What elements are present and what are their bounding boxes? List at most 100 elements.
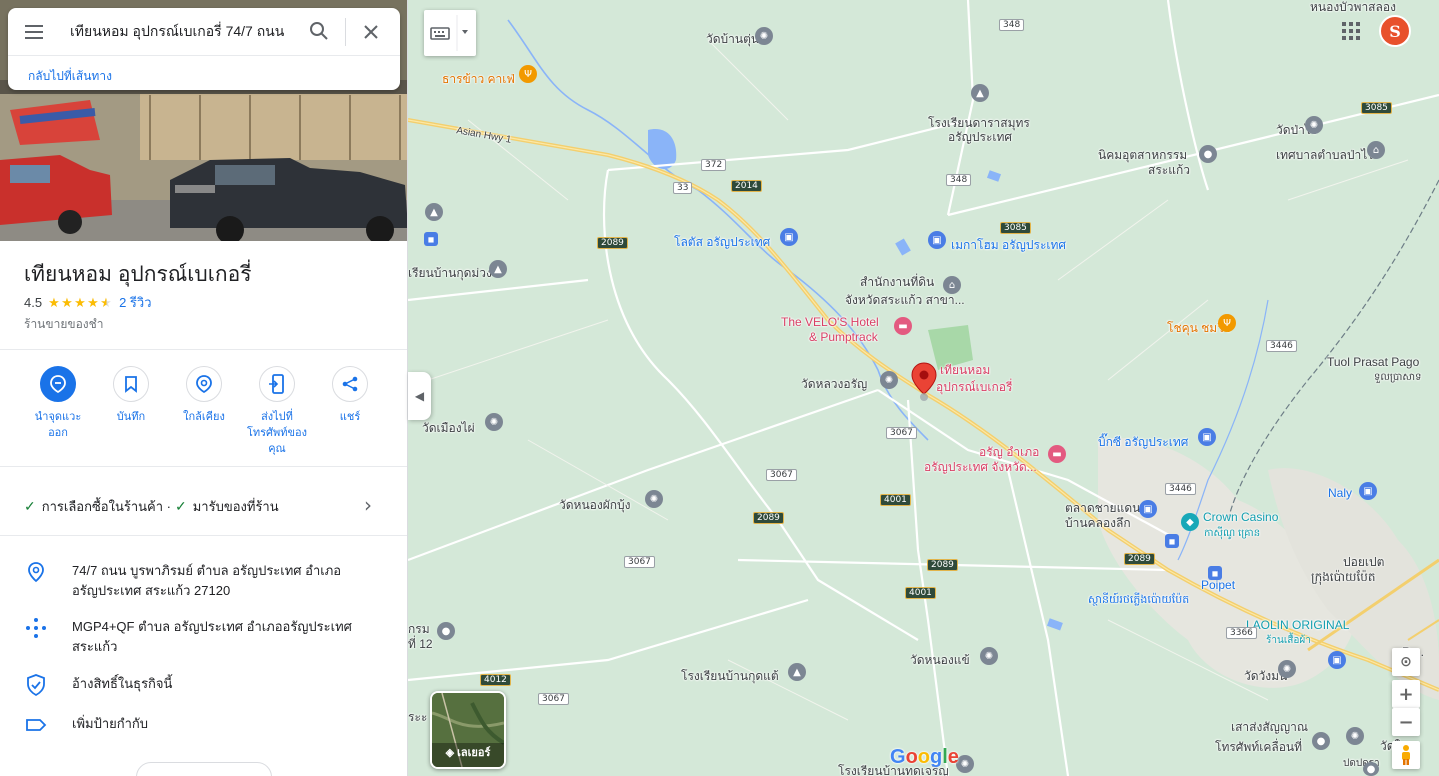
casino-icon[interactable]: ◆ <box>1181 513 1199 531</box>
map-label-left-3: ระะ <box>408 710 428 724</box>
action-label: ใกล้เคียง <box>183 411 225 423</box>
shopping-icon[interactable]: ▣ <box>1139 500 1157 518</box>
shopping-icon[interactable]: ▣ <box>1198 428 1216 446</box>
road-shield: 3067 <box>886 427 917 439</box>
temple-icon[interactable]: ✺ <box>645 490 663 508</box>
road-shield: 348 <box>946 174 972 186</box>
plus-code-icon <box>26 618 46 638</box>
nearby-icon <box>196 375 212 394</box>
temple-icon[interactable]: ✺ <box>755 27 773 45</box>
divider <box>0 466 407 467</box>
temple-icon[interactable]: ✺ <box>1346 727 1364 745</box>
send-to-phone-button[interactable]: ส่งไปที่โทรศัพท์ของคุณ <box>244 366 310 457</box>
search-divider <box>345 18 346 46</box>
account-avatar[interactable]: S <box>1379 15 1411 47</box>
close-icon[interactable] <box>360 21 382 43</box>
save-button[interactable]: บันทึก <box>98 366 164 425</box>
government-icon[interactable]: ⌂ <box>943 276 961 294</box>
nearby-button[interactable]: ใกล้เคียง <box>171 366 237 425</box>
road-shield: 2089 <box>753 512 784 524</box>
service-options-row[interactable]: ✓ การเลือกซื้อในร้านค้า · ✓ มารับของที่ร้า… <box>0 484 407 524</box>
temple-icon[interactable]: ✺ <box>980 647 998 665</box>
place-panel: กลับไปที่เส้นทาง เทียนหอม อุปกรณ์เบเกอรี… <box>0 0 408 776</box>
menu-icon[interactable] <box>22 22 46 42</box>
address-row[interactable]: 74/7 ถนน บูรพาภิรมย์ ตำบล อรัญประเทศ อำเ… <box>0 560 407 604</box>
map-label-station-km: ស្ថានីយ៍រថភ្លើងប៉ោយប៉ែត <box>1088 594 1190 606</box>
shopping-icon[interactable]: ▣ <box>780 228 798 246</box>
input-tools-button[interactable] <box>424 10 476 56</box>
rating-value: 4.5 <box>24 294 43 310</box>
google-logo: Google <box>890 746 959 768</box>
shopping-icon[interactable]: ▣ <box>1328 651 1346 669</box>
government-icon[interactable]: ⌂ <box>1367 141 1385 159</box>
place-marker-icon[interactable]: ● <box>437 622 455 640</box>
road-shield: 2089 <box>927 559 958 571</box>
place-marker-icon[interactable]: ● <box>1363 762 1379 776</box>
location-pin-icon <box>28 562 44 583</box>
back-to-route-link[interactable]: กลับไปที่เส้นทาง <box>28 67 112 86</box>
divider <box>0 535 407 536</box>
service-option-label: มารับของที่ร้าน <box>192 499 279 514</box>
road-shield: 4001 <box>880 494 911 506</box>
map-label-aran-hotel-2: อรัญประเทศ จังหวัด... <box>924 460 1037 474</box>
rating-row: 4.5 ★ ★ ★ ★ ★ 2 รีวิว <box>24 293 152 311</box>
shopping-icon[interactable]: ▣ <box>1359 482 1377 500</box>
restaurant-icon[interactable]: Ψ <box>1218 314 1236 332</box>
school-icon[interactable]: ▲ <box>489 260 507 278</box>
map-label-tuol: Tuol Prasat Pago <box>1327 355 1420 369</box>
map-label-wat-ban-tun: วัดบ้านตุ่น <box>706 32 760 46</box>
add-label-text: เพิ่มป้ายกำกับ <box>72 716 149 731</box>
zoom-out-button[interactable]: − <box>1392 708 1420 736</box>
map-label-wat-luang: วัดหลวงอรัญ <box>801 377 868 391</box>
school-icon[interactable]: ▲ <box>788 663 806 681</box>
map-label-naly: Naly <box>1328 486 1353 500</box>
claim-business-text: อ้างสิทธิ์ในธุรกิจนี้ <box>72 676 173 691</box>
map-label-tessaban: เทศบาลตำบลป่าไร่ <box>1276 148 1374 162</box>
train-station-icon[interactable]: ◼ <box>424 232 438 246</box>
add-label-row[interactable]: เพิ่มป้ายกำกับ <box>0 713 407 737</box>
road-shield: 3446 <box>1266 340 1297 352</box>
action-label: นำจุดแวะออก <box>34 411 82 439</box>
chevron-left-icon: ◀ <box>414 389 425 403</box>
school-icon[interactable]: ▲ <box>425 203 443 221</box>
layers-button[interactable]: ◈ เลเยอร์ <box>430 691 506 769</box>
plus-code-row[interactable]: MGP4+QF ตำบล อรัญประเทศ อำเภออรัญประเทศ … <box>0 616 407 660</box>
collapse-panel-button[interactable]: ◀ <box>408 372 431 420</box>
temple-icon[interactable]: ✺ <box>880 371 898 389</box>
hotel-icon[interactable]: ▬ <box>894 317 912 335</box>
search-input[interactable] <box>70 20 298 44</box>
temple-icon[interactable]: ✺ <box>1305 116 1323 134</box>
road-shield: 2089 <box>1124 553 1155 565</box>
hotel-icon[interactable]: ▬ <box>1048 445 1066 463</box>
map-label-wat-muang: วัดเมืองไผ่ <box>422 421 475 435</box>
selected-place-pin[interactable] <box>911 362 937 406</box>
shopping-icon[interactable]: ▣ <box>928 231 946 249</box>
claim-business-row[interactable]: อ้างสิทธิ์ในธุรกิจนี้ <box>0 673 407 697</box>
temple-icon[interactable]: ✺ <box>485 413 503 431</box>
map-label-tower-2: โทรศัพท์เคลื่อนที่ <box>1215 740 1303 754</box>
place-marker-icon[interactable]: ● <box>1199 145 1217 163</box>
remove-stop-button[interactable]: นำจุดแวะออก <box>25 366 91 441</box>
school-icon[interactable]: ▲ <box>971 84 989 102</box>
suggest-edit-button[interactable] <box>136 762 272 776</box>
share-button[interactable]: แชร์ <box>317 366 383 425</box>
temple-icon[interactable]: ✺ <box>1278 660 1296 678</box>
reviews-link[interactable]: 2 รีวิว <box>119 292 151 313</box>
train-station-icon[interactable]: ◼ <box>1165 534 1179 548</box>
plus-code-text: MGP4+QF ตำบล อรัญประเทศ อำเภออรัญประเทศ … <box>72 619 352 654</box>
map-label-laolin-2: ร้านเสื้อผ้า <box>1266 635 1311 646</box>
map-label-office-2: จังหวัดสระแก้ว สาขา... <box>845 293 965 307</box>
train-station-icon[interactable]: ◼ <box>1208 566 1222 580</box>
restaurant-icon[interactable]: Ψ <box>519 65 537 83</box>
road-shield: 3085 <box>1000 222 1031 234</box>
map-label-industrial-2: สระแก้ว <box>1148 163 1190 177</box>
search-icon[interactable] <box>308 20 330 42</box>
zoom-in-button[interactable]: + <box>1392 680 1420 708</box>
street-view-pegman[interactable] <box>1392 741 1420 769</box>
my-location-button[interactable]: ⊙ <box>1392 648 1420 676</box>
place-marker-icon[interactable]: ● <box>1312 732 1330 750</box>
divider <box>0 349 407 350</box>
apps-button[interactable] <box>1340 20 1362 42</box>
road-shield: 4001 <box>905 587 936 599</box>
pin-label-line-2: อุปกรณ์เบเกอรี่ <box>936 380 1013 394</box>
